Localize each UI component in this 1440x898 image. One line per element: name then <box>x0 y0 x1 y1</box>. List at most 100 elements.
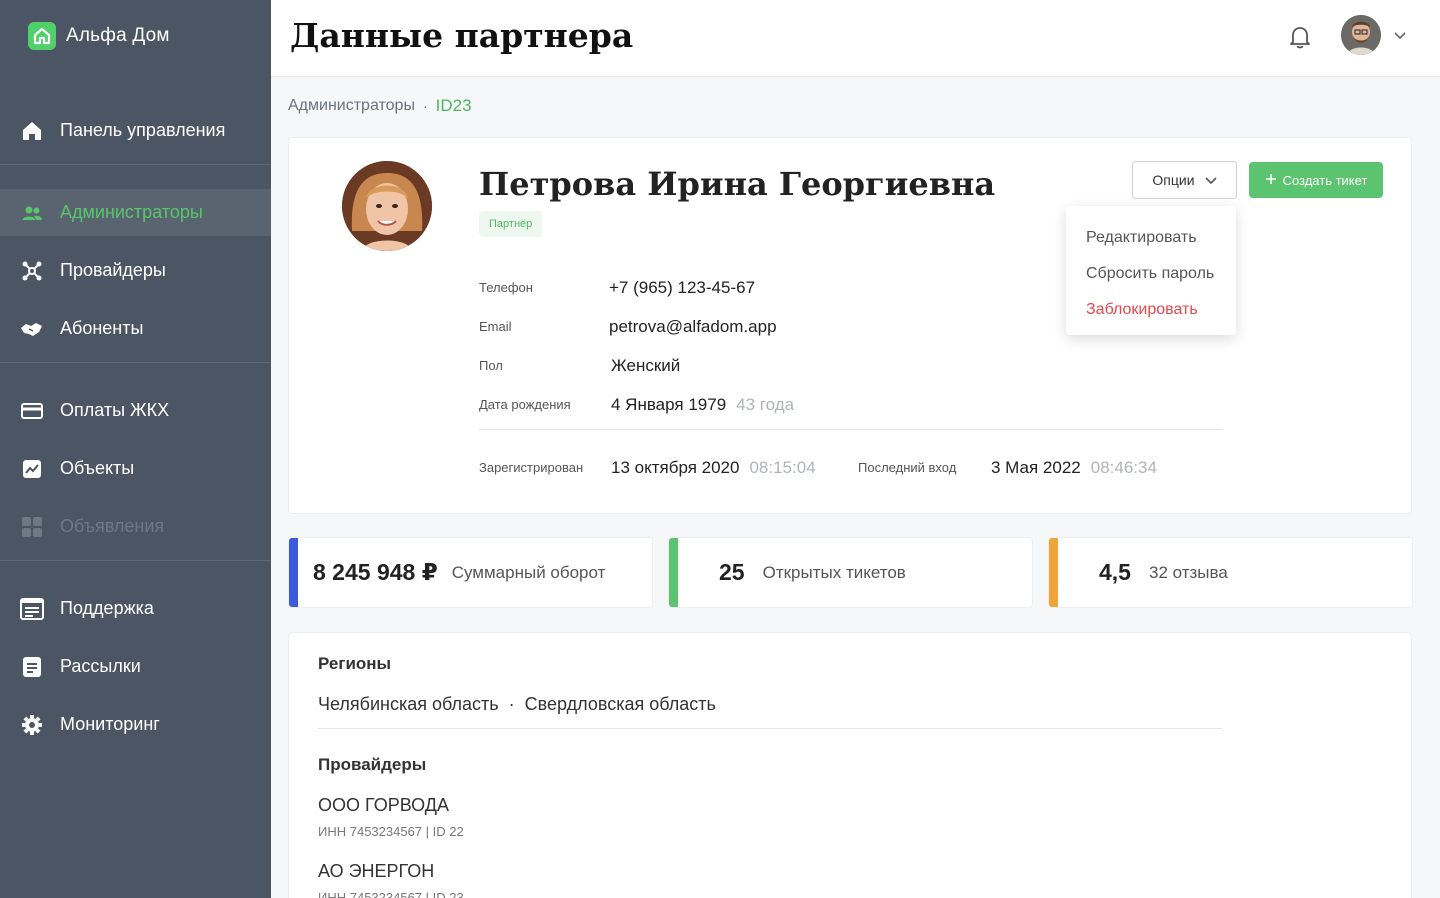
profile-divider <box>479 429 1223 430</box>
handshake-icon <box>20 317 44 341</box>
sidebar-divider <box>0 164 271 165</box>
sidebar-item-label: Поддержка <box>60 598 154 618</box>
chevron-down-icon <box>1204 172 1217 188</box>
user-avatar[interactable] <box>1341 15 1381 55</box>
menu-item-reset-password[interactable]: Сбросить пароль <box>1066 256 1236 292</box>
network-icon <box>20 259 44 283</box>
registered-label: Зарегистрирован <box>479 460 584 475</box>
stat-label: Открытых тикетов <box>762 562 906 582</box>
partner-avatar <box>342 161 432 251</box>
home-icon <box>20 119 44 143</box>
sidebar-item-administrators[interactable]: Администраторы <box>0 189 271 236</box>
sidebar-item-mailings[interactable]: Рассылки <box>0 643 271 690</box>
stat-accent-bar <box>1049 538 1058 607</box>
support-icon <box>20 597 44 621</box>
last-login-time: 08:46:34 <box>1090 458 1157 477</box>
stat-value: 4,5 <box>1099 559 1131 585</box>
stat-value: 25 <box>719 559 745 585</box>
last-login-label: Последний вход <box>858 460 957 475</box>
registered-time: 08:15:04 <box>749 458 816 477</box>
provider-name[interactable]: ООО ГОРВОДА <box>318 795 449 816</box>
create-ticket-label: Создать тикет <box>1282 172 1368 188</box>
registered-row: 13 октября 2020 08:15:04 <box>611 458 816 478</box>
credit-card-icon <box>20 399 44 423</box>
birthdate-label: Дата рождения <box>479 397 571 412</box>
stat-accent-bar <box>669 538 678 607</box>
sidebar-item-objects[interactable]: Объекты <box>0 445 271 492</box>
birthdate-value: 4 Января 1979 <box>611 395 727 414</box>
birthdate-row: 4 Января 1979 43 года <box>611 395 794 415</box>
role-badge: Партнёр <box>479 211 543 237</box>
users-icon <box>20 201 44 225</box>
breadcrumb: Администраторы · ID23 <box>288 96 472 116</box>
sidebar-item-monitoring[interactable]: Мониторинг <box>0 701 271 748</box>
menu-item-block[interactable]: Заблокировать <box>1066 292 1236 328</box>
phone-label: Телефон <box>479 280 533 295</box>
gender-label: Пол <box>479 358 503 373</box>
breadcrumb-separator: · <box>422 98 428 114</box>
sidebar-divider <box>0 362 271 363</box>
regions-list: Челябинская область · Свердловская облас… <box>318 694 716 715</box>
sidebar-divider <box>0 560 271 561</box>
grid-icon <box>20 515 44 539</box>
region-item: Челябинская область <box>318 694 499 714</box>
provider-meta: ИНН 7453234567 | ID 23 <box>318 890 464 898</box>
options-button[interactable]: Опции <box>1132 161 1237 199</box>
chart-icon <box>20 457 44 481</box>
region-item: Свердловская область <box>524 694 716 714</box>
sidebar-item-label: Администраторы <box>60 202 203 222</box>
bell-icon[interactable] <box>1288 24 1312 50</box>
last-login-date: 3 Мая 2022 <box>991 458 1081 477</box>
stat-accent-bar <box>289 538 298 607</box>
sidebar-item-providers[interactable]: Провайдеры <box>0 247 271 294</box>
sidebar-item-label: Мониторинг <box>60 714 160 734</box>
provider-name[interactable]: АО ЭНЕРГОН <box>318 861 434 882</box>
breadcrumb-current: ID23 <box>435 96 472 115</box>
sidebar-item-label: Объекты <box>60 458 135 478</box>
providers-title: Провайдеры <box>318 755 427 774</box>
create-ticket-button[interactable]: Создать тикет <box>1249 162 1383 198</box>
email-value[interactable]: petrova@alfadom.app <box>609 317 777 337</box>
email-label: Email <box>479 319 512 334</box>
region-separator: · <box>508 694 515 714</box>
phone-value: +7 (965) 123-45-67 <box>609 278 756 297</box>
topbar: Данные партнера <box>271 0 1440 77</box>
sidebar-item-label: Оплаты ЖКХ <box>60 400 170 420</box>
stat-value: 8 245 948 ₽ <box>313 559 438 585</box>
regions-providers-card: Регионы Челябинская область · Свердловск… <box>288 632 1412 898</box>
sidebar-item-label: Абоненты <box>60 318 144 338</box>
brand-name: Альфа Дом <box>66 25 170 46</box>
sidebar-item-announcements[interactable]: Объявления <box>0 503 271 550</box>
sidebar-item-dashboard[interactable]: Панель управления <box>0 107 271 154</box>
sidebar-item-label: Объявления <box>60 516 165 536</box>
sidebar-item-label: Панель управления <box>60 120 226 140</box>
document-icon <box>20 655 44 679</box>
registered-date: 13 октября 2020 <box>611 458 740 477</box>
options-dropdown-menu: Редактировать Сбросить пароль Заблокиров… <box>1066 206 1236 335</box>
last-login-row: 3 Мая 2022 08:46:34 <box>991 458 1157 478</box>
sidebar-item-subscribers[interactable]: Абоненты <box>0 305 271 352</box>
age-value: 43 года <box>736 395 795 414</box>
sidebar-item-payments[interactable]: Оплаты ЖКХ <box>0 387 271 434</box>
partner-name: Петрова Ирина Георгиевна <box>479 165 996 203</box>
stat-card-turnover: 8 245 948 ₽ Суммарный оборот <box>288 537 653 608</box>
plus-icon <box>1265 173 1277 188</box>
menu-item-edit[interactable]: Редактировать <box>1066 220 1236 256</box>
sidebar-item-label: Провайдеры <box>60 260 166 280</box>
stat-card-tickets: 25 Открытых тикетов <box>668 537 1033 608</box>
stat-label: 32 отзыва <box>1148 562 1228 582</box>
chevron-down-icon[interactable] <box>1393 28 1407 46</box>
sidebar-item-support[interactable]: Поддержка <box>0 585 271 632</box>
sidebar-item-label: Рассылки <box>60 656 141 676</box>
section-divider <box>318 728 1223 729</box>
brand-logo[interactable]: Альфа Дом <box>28 22 170 50</box>
page-title: Данные партнера <box>290 16 634 55</box>
profile-card: Петрова Ирина Георгиевна Партнёр Телефон… <box>288 137 1412 514</box>
provider-meta: ИНН 7453234567 | ID 22 <box>318 824 464 839</box>
regions-title: Регионы <box>318 654 392 673</box>
stat-label: Суммарный оборот <box>451 562 606 582</box>
gender-value: Женский <box>611 356 681 375</box>
breadcrumb-parent[interactable]: Администраторы <box>288 97 415 115</box>
options-button-label: Опции <box>1152 172 1195 188</box>
sidebar: Альфа Дом Панель управления Администрато… <box>0 0 271 898</box>
